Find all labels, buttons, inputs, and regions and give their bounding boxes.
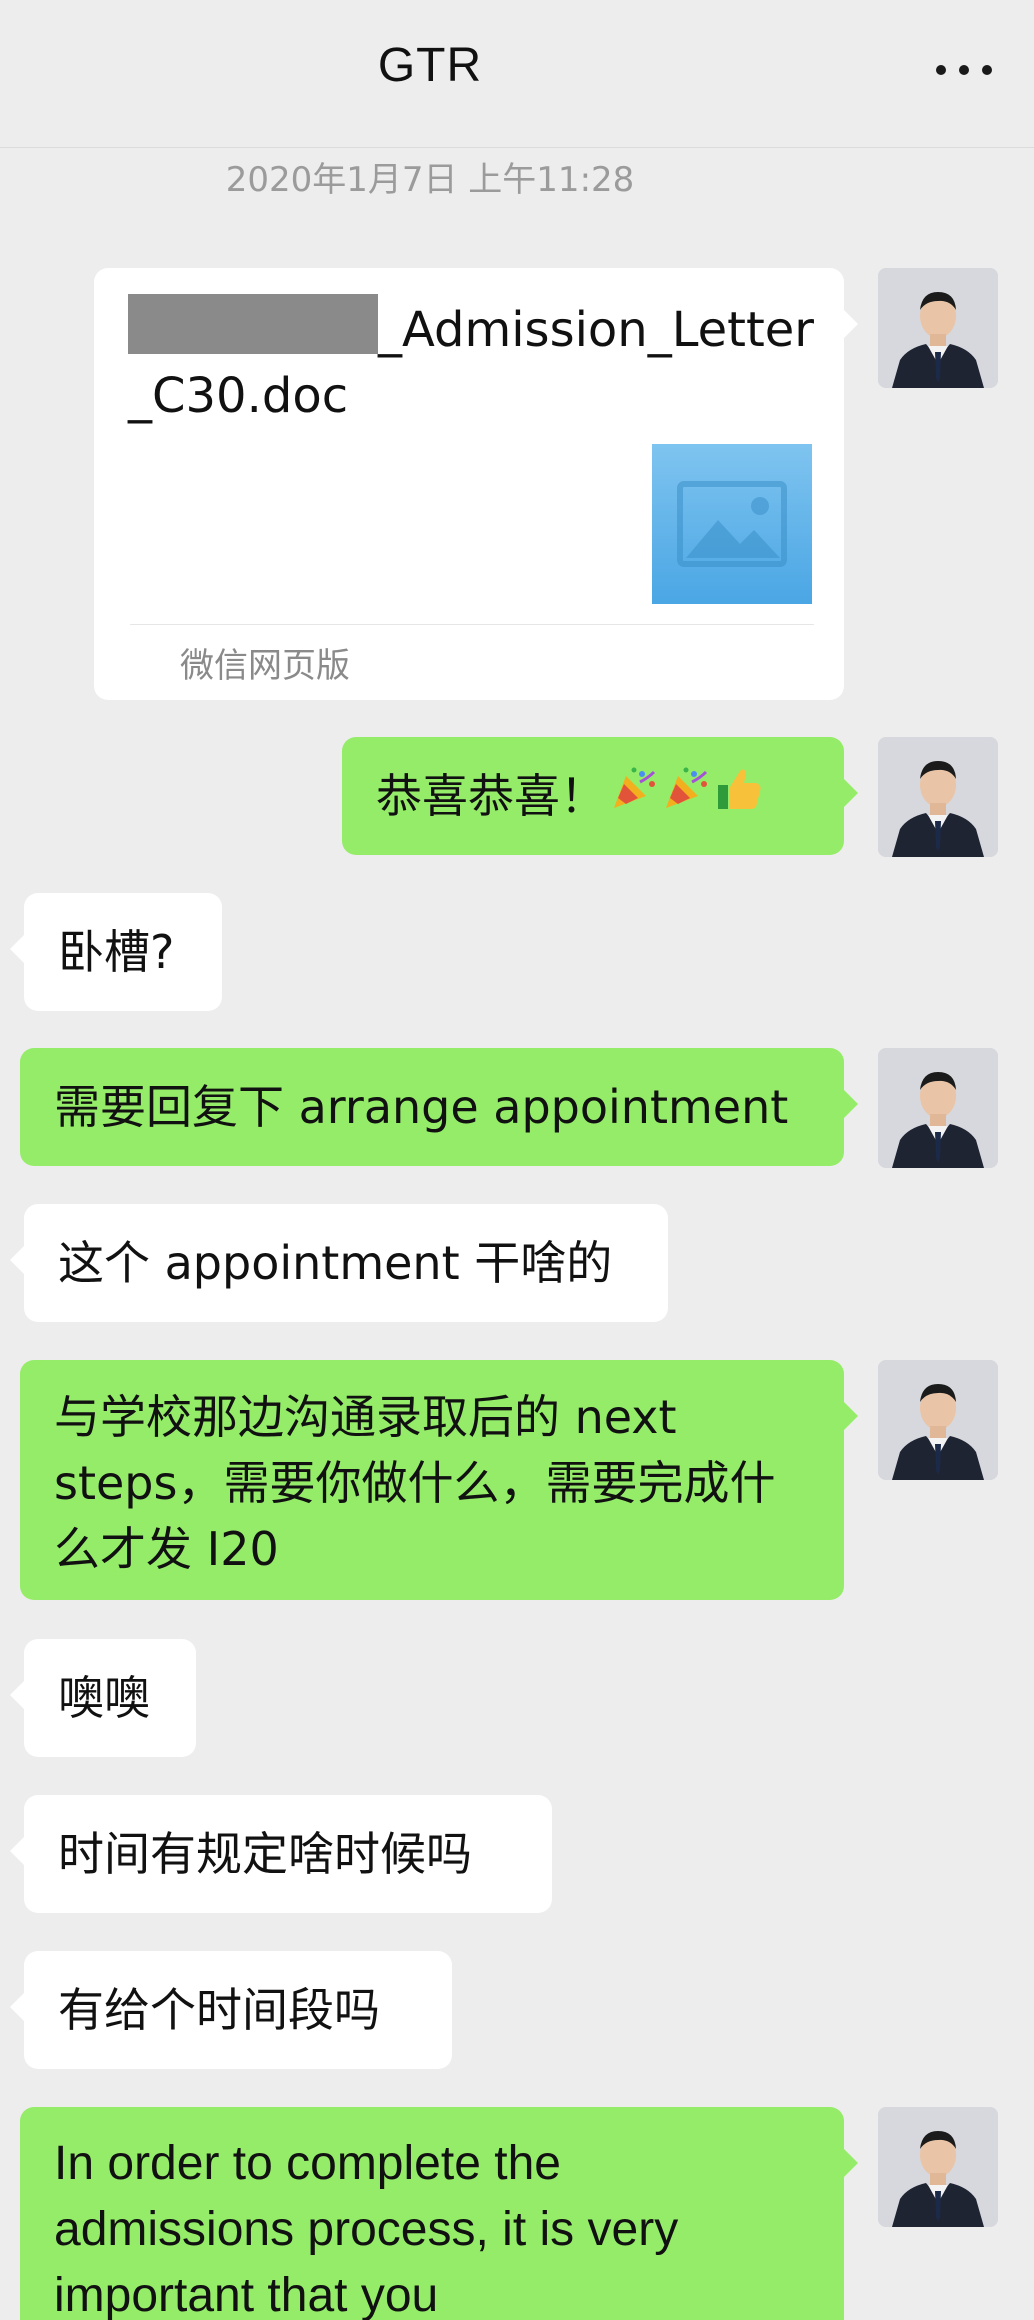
avatar[interactable] (878, 737, 998, 857)
party-popper-icon (662, 763, 710, 829)
chat-title: GTR (377, 39, 483, 92)
avatar[interactable] (878, 268, 998, 388)
message-timestamp: 2020年1月7日 上午11:28 (225, 160, 635, 200)
redacted-block (128, 294, 378, 354)
avatar[interactable] (878, 1360, 998, 1480)
file-card-message[interactable]: _Admission_Letter_C30.doc 微信网页版 (94, 268, 858, 700)
message-outgoing-4[interactable]: In order to complete the admissions proc… (20, 2107, 858, 2320)
image-placeholder-icon (652, 444, 812, 604)
message-incoming-5[interactable]: 有给个时间段吗 (10, 1951, 452, 2069)
message-outgoing-2[interactable]: 需要回复下 arrange appointment (20, 1048, 858, 1166)
message-incoming-4[interactable]: 时间有规定啥时候吗 (10, 1795, 552, 1913)
file-card-title: _Admission_Letter_C30.doc (128, 294, 818, 429)
card-divider (130, 624, 814, 625)
message-outgoing-1[interactable]: 恭喜恭喜！ (342, 737, 858, 855)
more-dots-icon[interactable] (936, 60, 992, 80)
avatar[interactable] (878, 2107, 998, 2227)
message-incoming-1[interactable]: 卧槽? (10, 893, 222, 1011)
chat-screen: GTR 2020年1月7日 上午11:28 _Admission_Letter_… (0, 0, 1034, 2320)
party-popper-icon (610, 763, 658, 829)
chat-header: GTR (0, 0, 1034, 148)
message-incoming-3[interactable]: 噢噢 (10, 1639, 196, 1757)
avatar[interactable] (878, 1048, 998, 1168)
thumbs-up-icon (714, 763, 764, 830)
message-incoming-2[interactable]: 这个 appointment 干啥的 (10, 1204, 668, 1322)
message-outgoing-3[interactable]: 与学校那边沟通录取后的 next steps，需要你做什么，需要完成什么才发 I… (20, 1360, 858, 1600)
file-card-source: 微信网页版 (180, 646, 350, 686)
